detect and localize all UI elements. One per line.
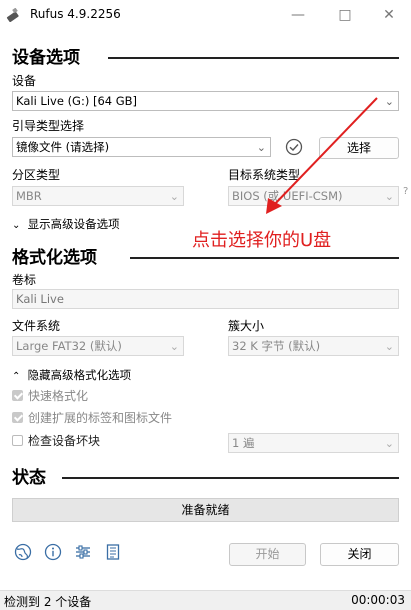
annotation-text: 点击选择你的U盘	[192, 230, 332, 251]
rufus-window: Rufus 4.9.2256 — □ ✕ 设备选项 设备 Kali Live (…	[0, 0, 411, 610]
annotation-arrow	[266, 97, 378, 214]
